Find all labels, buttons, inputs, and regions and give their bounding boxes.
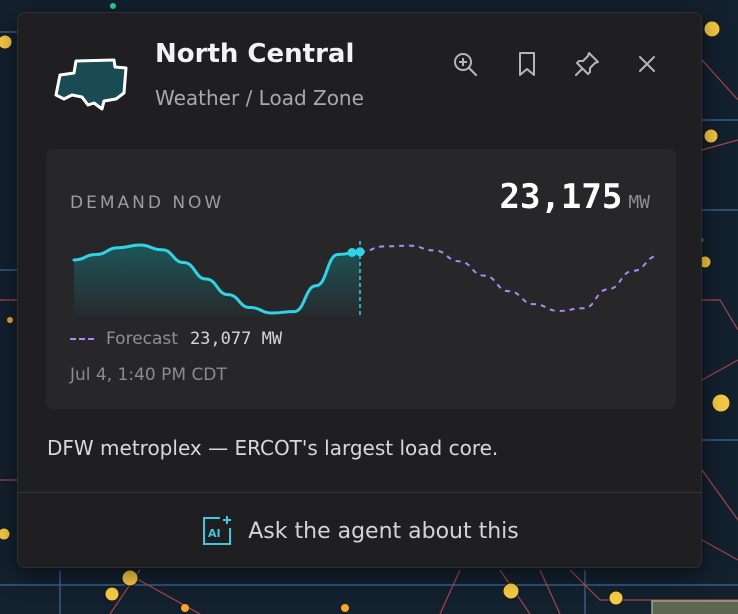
bookmark-icon <box>519 52 535 76</box>
demand-label: DEMAND NOW <box>70 193 225 213</box>
svg-text:AI: AI <box>208 527 221 540</box>
zone-popup-card: North Central Weather / Load Zone DEMAND… <box>17 12 702 568</box>
zone-patch <box>651 600 738 614</box>
demand-unit: MW <box>628 192 650 213</box>
forecast-demand-line <box>359 244 659 312</box>
now-point-secondary <box>355 247 365 257</box>
ai-sparkle-icon: AI <box>203 516 232 545</box>
pin-button[interactable] <box>572 49 602 79</box>
forecast-dash-swatch <box>70 338 94 340</box>
zoom-in-button[interactable] <box>450 49 480 79</box>
pin-icon <box>575 52 599 76</box>
magnifier-plus-icon <box>454 53 478 77</box>
zone-description: DFW metroplex — ERCOT's largest load cor… <box>47 436 499 460</box>
demand-value: 23,175 MW <box>499 177 650 217</box>
bookmark-button[interactable] <box>512 49 542 79</box>
zone-subtitle: Weather / Load Zone <box>155 86 364 110</box>
forecast-label: Forecast <box>106 329 178 349</box>
close-button[interactable] <box>632 49 662 79</box>
forecast-legend: Forecast 23,077 MW <box>70 329 282 349</box>
ask-agent-label: Ask the agent about this <box>248 518 519 544</box>
ask-agent-button[interactable]: AI Ask the agent about this <box>18 493 701 567</box>
forecast-value: 23,077 MW <box>189 329 283 349</box>
timestamp: Jul 4, 1:40 PM CDT <box>70 365 227 385</box>
actual-area <box>74 245 360 317</box>
demand-number: 23,175 <box>499 177 623 217</box>
demand-panel: DEMAND NOW 23,175 MW Forecast 23,077 MW J… <box>46 149 676 409</box>
close-icon <box>639 56 655 72</box>
now-point <box>347 247 357 257</box>
zone-title: North Central <box>155 39 355 69</box>
north-central-zone-shape-icon <box>54 58 128 111</box>
